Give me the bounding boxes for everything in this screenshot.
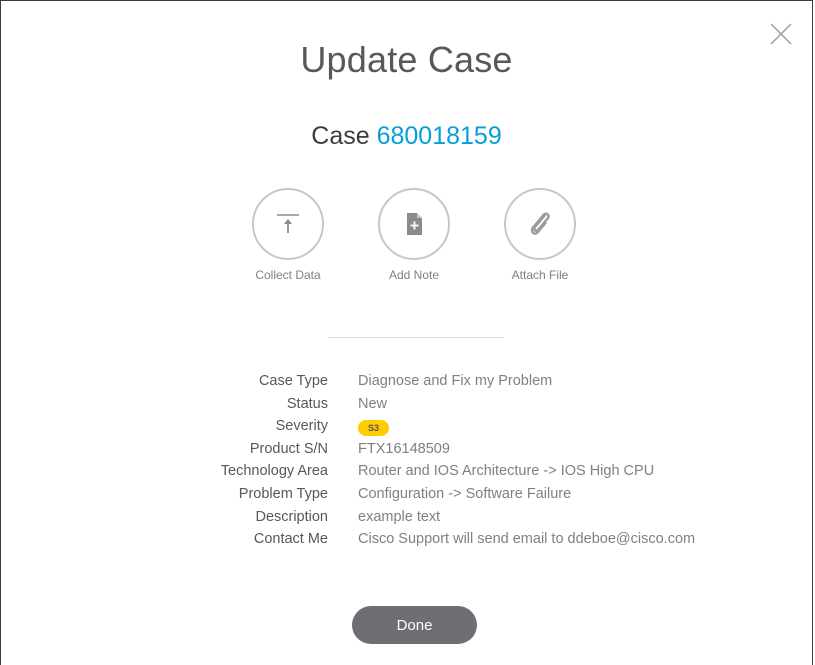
- attach-file-circle[interactable]: [504, 188, 576, 260]
- case-actions: Collect Data Add Note Attach File: [1, 188, 812, 288]
- upload-icon: [277, 214, 299, 233]
- divider: [328, 337, 504, 338]
- case-heading: Case 680018159: [1, 122, 812, 151]
- contact-me-label: Contact Me: [253, 531, 328, 548]
- case-type-value: Diagnose and Fix my Problem: [358, 373, 553, 389]
- detail-row-technology-area: Technology Area Router and IOS Architect…: [1, 463, 812, 486]
- add-note-label: Add Note: [388, 268, 440, 282]
- detail-row-severity: Severity S3: [1, 418, 812, 441]
- note-add-icon: [407, 213, 422, 235]
- done-button[interactable]: Done: [352, 606, 477, 644]
- detail-row-description: Description example text: [1, 509, 812, 532]
- severity-value: S3: [358, 418, 390, 437]
- case-type-label: Case Type: [258, 373, 328, 389]
- collect-data-button[interactable]: Collect Data: [238, 188, 338, 282]
- update-case-dialog: Update Case Case 680018159 Collect Data: [0, 0, 813, 665]
- description-label: Description: [255, 508, 328, 525]
- attach-file-label: Attach File: [511, 268, 569, 282]
- collect-data-label: Collect Data: [255, 268, 321, 282]
- problem-type-label: Problem Type: [238, 485, 328, 502]
- add-note-circle[interactable]: [378, 188, 450, 260]
- detail-row-status: Status New: [1, 396, 812, 419]
- problem-type-value: Configuration -> Software Failure: [358, 485, 572, 502]
- severity-badge: S3: [358, 420, 390, 437]
- detail-row-case-type: Case Type Diagnose and Fix my Problem: [1, 373, 812, 396]
- dialog-title: Update Case: [300, 39, 513, 80]
- collect-data-circle[interactable]: [252, 188, 324, 260]
- attach-file-button[interactable]: Attach File: [490, 188, 590, 282]
- status-label: Status: [286, 395, 328, 412]
- severity-label: Severity: [275, 418, 328, 435]
- status-value: New: [358, 395, 388, 412]
- detail-row-contact-me: Contact Me Cisco Support will send email…: [1, 531, 812, 554]
- case-prefix: Case: [311, 122, 370, 150]
- paperclip-icon: [530, 212, 550, 235]
- product-sn-label: Product S/N: [249, 440, 328, 457]
- case-details: Case Type Diagnose and Fix my Problem St…: [1, 373, 812, 554]
- detail-row-product-sn: Product S/N FTX16148509: [1, 441, 812, 464]
- add-note-button[interactable]: Add Note: [364, 188, 464, 282]
- technology-area-label: Technology Area: [220, 463, 328, 480]
- product-sn-value: FTX16148509: [358, 440, 450, 457]
- case-number: 680018159: [376, 122, 502, 150]
- technology-area-value: Router and IOS Architecture -> IOS High …: [358, 463, 655, 480]
- detail-row-problem-type: Problem Type Configuration -> Software F…: [1, 486, 812, 509]
- description-value: example text: [358, 508, 441, 525]
- contact-me-value: Cisco Support will send email to ddeboe@…: [358, 531, 696, 548]
